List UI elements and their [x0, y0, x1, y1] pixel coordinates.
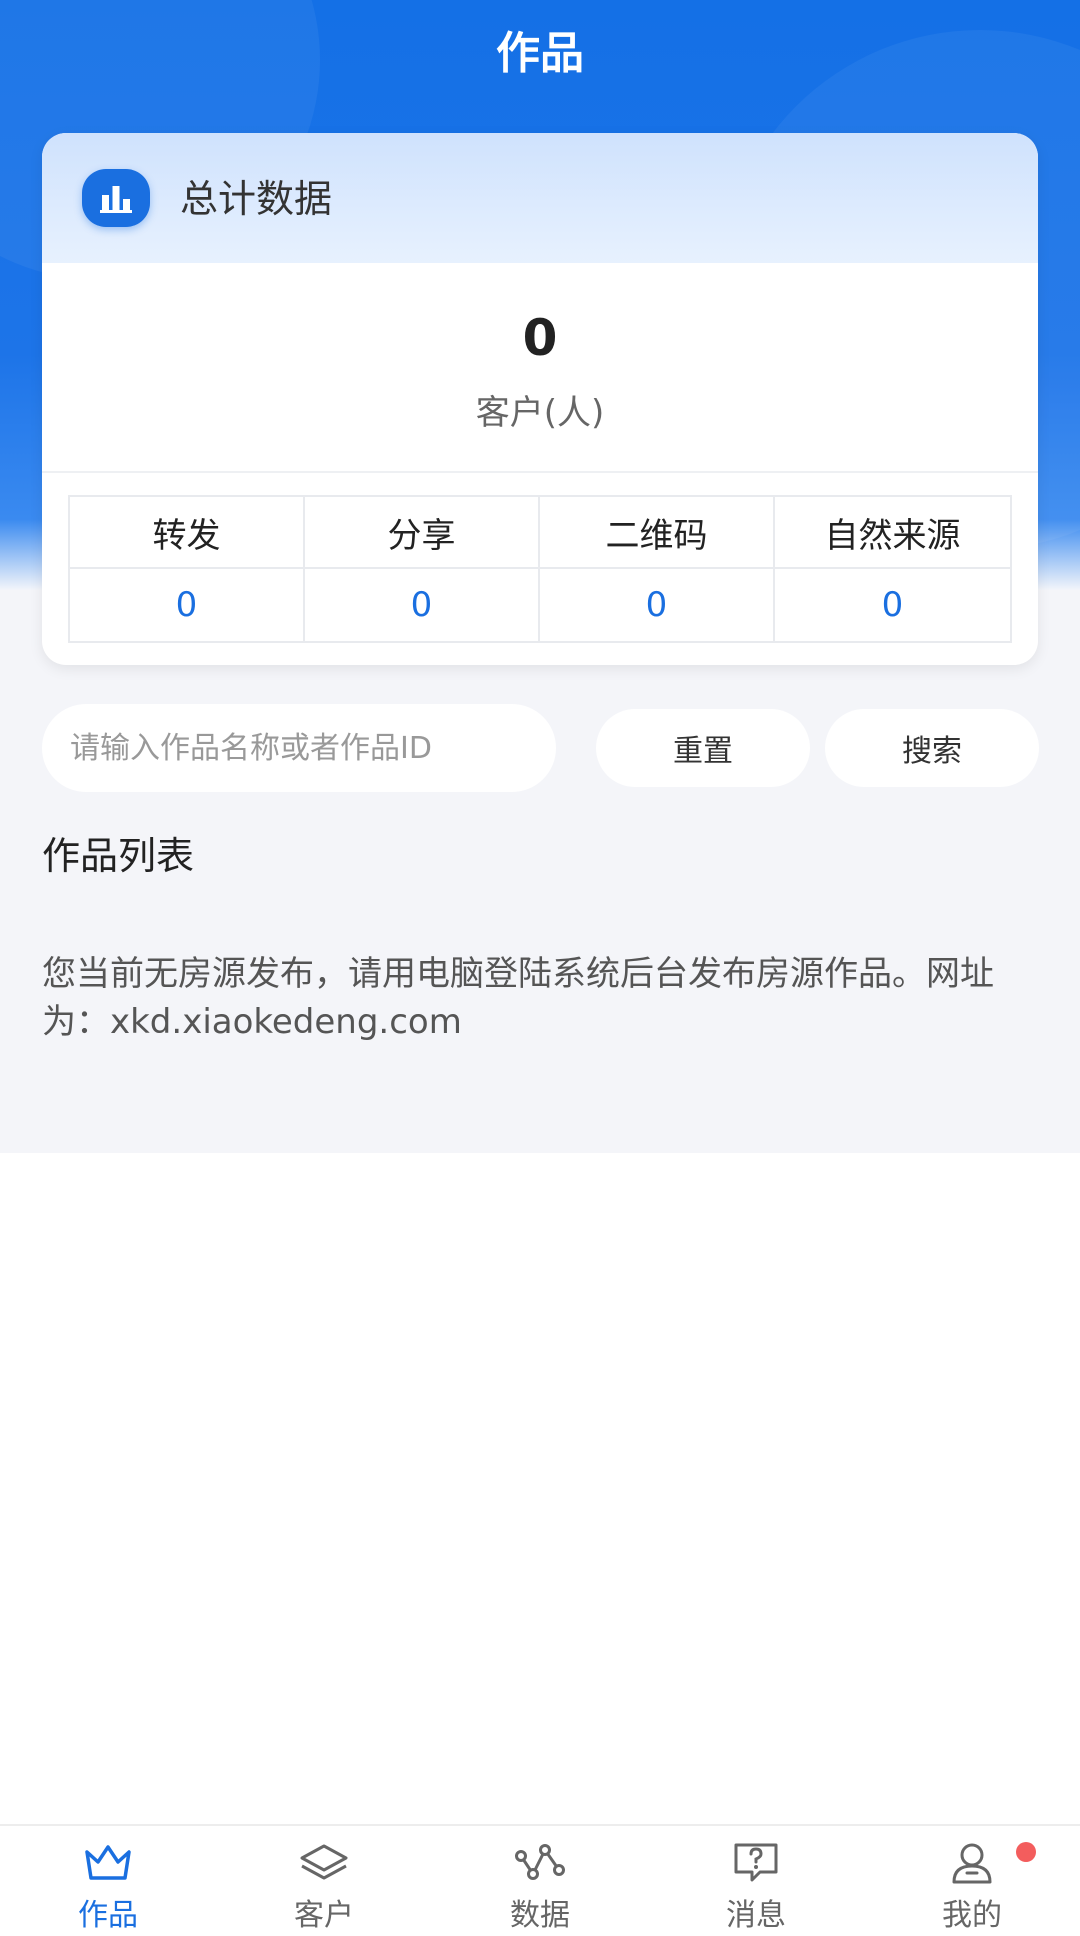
- stats-header-forward: 转发: [70, 497, 305, 569]
- divider: [42, 471, 1038, 473]
- works-list-title: 作品列表: [42, 834, 195, 878]
- total-customers-value: 0: [522, 309, 558, 367]
- notification-badge: [1016, 1842, 1036, 1862]
- summary-card-header: 总计数据: [42, 133, 1038, 263]
- stats-value-qrcode: 0: [540, 569, 775, 641]
- user-icon: [952, 1843, 992, 1884]
- layers-icon: [300, 1844, 348, 1880]
- search-input[interactable]: [42, 704, 556, 792]
- tab-label: 数据: [510, 1898, 570, 1933]
- summary-title: 总计数据: [180, 177, 333, 221]
- question-chat-icon: [734, 1843, 778, 1882]
- nodes-icon: [515, 1844, 565, 1880]
- source-stats-table: 转发 分享 二维码 自然来源 0 0 0 0: [68, 495, 1012, 643]
- tab-profile[interactable]: 我的: [864, 1826, 1080, 1933]
- page-title: 作品: [496, 28, 584, 79]
- reset-button[interactable]: 重置: [596, 709, 810, 787]
- total-customers-label: 客户(人): [475, 393, 605, 433]
- crown-icon: [85, 1845, 131, 1880]
- bottom-tab-bar: 作品 客户 数据 消息 我的: [0, 1824, 1080, 1933]
- empty-list-notice: 您当前无房源发布，请用电脑登陆系统后台发布房源作品。网址为：xkd.xiaoke…: [42, 954, 994, 1042]
- stats-value-forward: 0: [70, 569, 305, 641]
- stats-header-natural: 自然来源: [775, 497, 1010, 569]
- summary-card: 总计数据 0 客户(人) 转发 分享 二维码 自然来源 0 0 0 0: [42, 133, 1038, 665]
- search-button[interactable]: 搜索: [825, 709, 1039, 787]
- tab-data[interactable]: 数据: [432, 1826, 648, 1933]
- bar-chart-icon: [82, 169, 150, 227]
- tab-label: 我的: [942, 1898, 1002, 1933]
- tab-works[interactable]: 作品: [0, 1826, 216, 1933]
- tab-label: 作品: [78, 1898, 138, 1933]
- tab-label: 消息: [726, 1898, 786, 1933]
- stats-header-share: 分享: [305, 497, 540, 569]
- stats-value-share: 0: [305, 569, 540, 641]
- tab-label: 客户: [294, 1898, 354, 1933]
- stats-value-natural: 0: [881, 585, 904, 625]
- stats-header-qrcode: 二维码: [540, 497, 775, 569]
- tab-messages[interactable]: 消息: [648, 1826, 864, 1933]
- tab-customers[interactable]: 客户: [216, 1826, 432, 1933]
